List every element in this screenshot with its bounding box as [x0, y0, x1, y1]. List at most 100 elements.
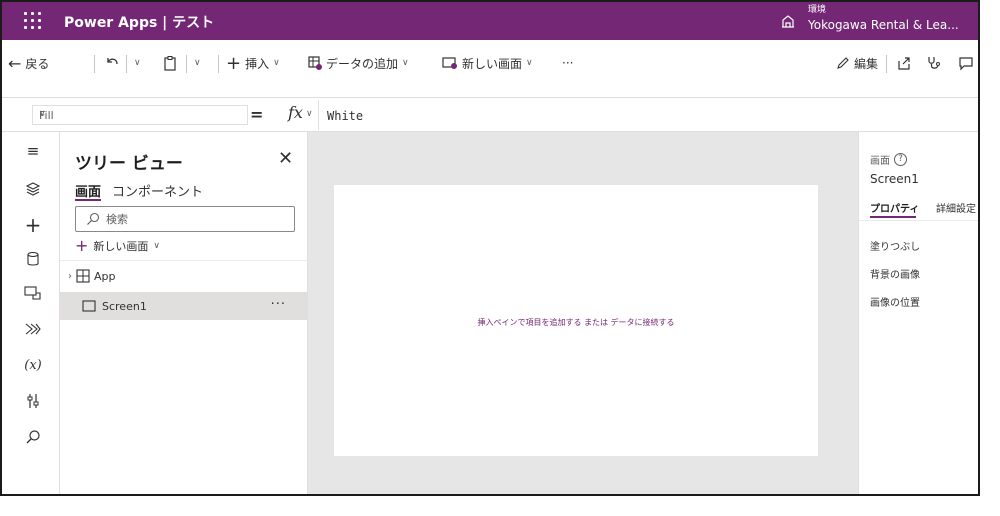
property-image-position[interactable]: 画像の位置	[870, 294, 920, 309]
new-screen-icon	[442, 57, 457, 69]
back-button[interactable]: ← 戻る	[8, 53, 49, 73]
plus-icon: +	[226, 52, 242, 74]
app-checker-button[interactable]	[926, 53, 942, 73]
insert-plus-icon[interactable]: +	[24, 213, 42, 237]
more-label: ···	[562, 56, 574, 70]
power-automate-icon[interactable]	[24, 320, 42, 338]
back-label: 戻る	[25, 56, 50, 71]
property-background-image[interactable]: 背景の画像	[870, 266, 920, 281]
search-icon[interactable]	[24, 428, 42, 446]
undo-button[interactable]	[104, 53, 120, 73]
screen-icon	[82, 300, 96, 312]
tree-node-app[interactable]: › App	[60, 263, 308, 289]
property-dropdown[interactable]: Fill ∨	[32, 105, 248, 125]
chevron-down-icon: ∨	[194, 58, 201, 68]
divider	[126, 55, 127, 73]
app-header: Power Apps | テスト 環境 Yokogawa Rental & Le…	[2, 2, 978, 40]
chevron-down-icon: ∨	[134, 58, 141, 68]
tree-node-screen1[interactable]: Screen1 ···	[60, 292, 308, 320]
screen1-canvas[interactable]: 挿入ペインで項目を追加する または データに接続する	[334, 185, 818, 456]
formula-text: White	[327, 109, 364, 123]
help-icon[interactable]: ?	[894, 153, 907, 166]
left-rail: ≡ + (x)	[2, 132, 60, 494]
share-icon	[898, 57, 910, 70]
formula-input[interactable]: White	[318, 100, 978, 130]
paste-button[interactable]	[162, 53, 178, 73]
back-arrow-icon: ←	[8, 53, 22, 73]
add-data-label: データの追加	[326, 56, 399, 71]
selected-control-name: Screen1	[870, 172, 919, 186]
tab-screens[interactable]: 画面	[75, 181, 101, 200]
comments-button[interactable]	[958, 53, 974, 73]
edit-button[interactable]: 編集	[836, 53, 878, 73]
plus-icon: +	[75, 236, 89, 255]
divider	[886, 55, 887, 73]
chevron-down-icon[interactable]: ∨	[306, 109, 313, 119]
design-canvas: 挿入ペインで項目を追加する または データに接続する	[308, 132, 858, 494]
environment-icon[interactable]	[780, 13, 796, 29]
command-bar: ← 戻る ∨ ∨ + 挿入 ∨ データの追加 ∨ 新しい画面 ∨ ··· 編集	[2, 40, 978, 98]
data-cylinder-icon[interactable]	[24, 250, 42, 268]
table-add-icon	[308, 56, 322, 70]
active-tab-indicator	[870, 216, 916, 218]
tree-search-input[interactable]	[106, 211, 286, 227]
divider	[218, 55, 219, 73]
chevron-down-icon: ∨	[273, 58, 280, 68]
new-screen-label: 新しい画面	[93, 239, 149, 253]
undo-icon	[107, 58, 118, 65]
environment-name[interactable]: Yokogawa Rental & Lea...	[808, 18, 959, 32]
undo-options-button[interactable]: ∨	[134, 53, 141, 73]
selected-type-label: 画面	[870, 156, 890, 167]
paste-options-button[interactable]: ∨	[194, 53, 201, 73]
tree-view-pane: ツリー ビュー ✕ 画面 コンポーネント + 新しい画面 ∨ › App Scr…	[60, 132, 308, 494]
tree-node-label: Screen1	[102, 299, 147, 313]
divider	[186, 55, 187, 73]
chevron-down-icon: ∨	[39, 109, 46, 119]
canvas-hint-link[interactable]: 挿入ペインで項目を追加する または データに接続する	[334, 317, 818, 328]
pencil-icon	[837, 57, 849, 69]
fx-icon[interactable]: fx	[288, 103, 303, 122]
paste-icon	[164, 56, 176, 71]
close-icon[interactable]: ✕	[278, 148, 293, 169]
more-options-icon[interactable]: ···	[271, 297, 286, 312]
more-commands-button[interactable]: ···	[562, 53, 573, 73]
new-screen-label: 新しい画面	[462, 56, 523, 71]
environment-label: 環境	[808, 5, 827, 15]
app-title: Power Apps | テスト	[64, 15, 215, 31]
selected-type: 画面 ?	[870, 152, 907, 167]
advanced-tools-icon[interactable]	[24, 392, 42, 410]
add-data-button[interactable]: データの追加 ∨	[308, 53, 409, 73]
divider	[60, 260, 308, 261]
edit-label: 編集	[854, 56, 879, 71]
tab-components[interactable]: コンポーネント	[112, 181, 203, 200]
app-launcher-icon[interactable]	[24, 12, 42, 30]
variables-icon[interactable]: (x)	[24, 356, 42, 374]
chevron-down-icon: ∨	[526, 58, 533, 68]
share-button[interactable]	[896, 53, 912, 73]
app-window: Power Apps | テスト 環境 Yokogawa Rental & Le…	[0, 0, 980, 496]
tab-properties[interactable]: プロパティ	[870, 200, 919, 215]
equals-icon: =	[250, 105, 264, 124]
active-tab-indicator	[75, 199, 101, 201]
tree-new-screen-button[interactable]: + 新しい画面 ∨	[75, 236, 160, 255]
formula-bar: Fill ∨ = fx ∨ White	[2, 98, 978, 132]
stethoscope-icon	[928, 57, 940, 69]
tab-advanced[interactable]: 詳細設定	[936, 200, 976, 215]
media-icon[interactable]	[24, 284, 42, 302]
tree-view-title: ツリー ビュー	[75, 154, 183, 174]
property-fill[interactable]: 塗りつぶし	[870, 238, 920, 253]
hamburger-menu-icon[interactable]: ≡	[24, 142, 42, 160]
chevron-down-icon: ∨	[402, 58, 409, 68]
search-icon	[87, 212, 100, 225]
divider	[859, 220, 978, 221]
divider	[94, 55, 95, 73]
insert-button[interactable]: + 挿入 ∨	[226, 52, 280, 74]
insert-label: 挿入	[245, 56, 270, 71]
tree-node-label: App	[94, 269, 116, 283]
chevron-right-icon[interactable]: ›	[68, 271, 72, 282]
new-screen-button[interactable]: 新しい画面 ∨	[442, 53, 533, 73]
tree-search-box[interactable]	[75, 206, 295, 232]
tree-view-icon[interactable]	[24, 180, 42, 198]
comment-icon	[959, 57, 973, 71]
chevron-down-icon: ∨	[153, 240, 160, 251]
